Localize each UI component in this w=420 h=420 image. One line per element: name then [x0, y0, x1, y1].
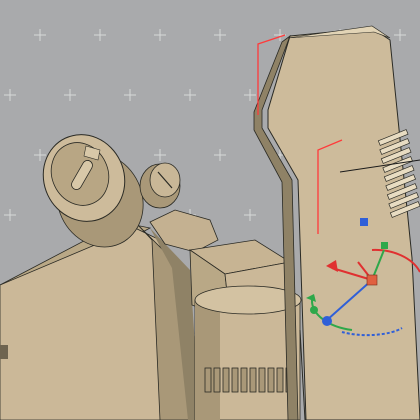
- cad-3d-viewport[interactable]: [0, 0, 420, 420]
- left-block-slot: [0, 345, 8, 359]
- adjust-screw[interactable]: [139, 162, 181, 209]
- cylinder-rib: [240, 367, 248, 393]
- cylinder-rib: [231, 367, 239, 393]
- cylinder-shade: [195, 300, 220, 420]
- viewport-canvas[interactable]: [0, 0, 420, 420]
- gizmo-green-dot: [310, 306, 318, 314]
- gizmo-blue-handle: [360, 218, 368, 226]
- gizmo-y-handle: [381, 242, 388, 249]
- cylinder-rib: [267, 367, 275, 393]
- cylinder-rib: [258, 367, 266, 393]
- cylinder-rib: [249, 367, 257, 393]
- cylinder-rib: [204, 367, 212, 393]
- cylinder-rib: [213, 367, 221, 393]
- gizmo-z-handle: [322, 316, 332, 326]
- cylinder-rib: [276, 367, 284, 393]
- cylinder-rib: [222, 367, 230, 393]
- gizmo-center-handle: [366, 274, 378, 286]
